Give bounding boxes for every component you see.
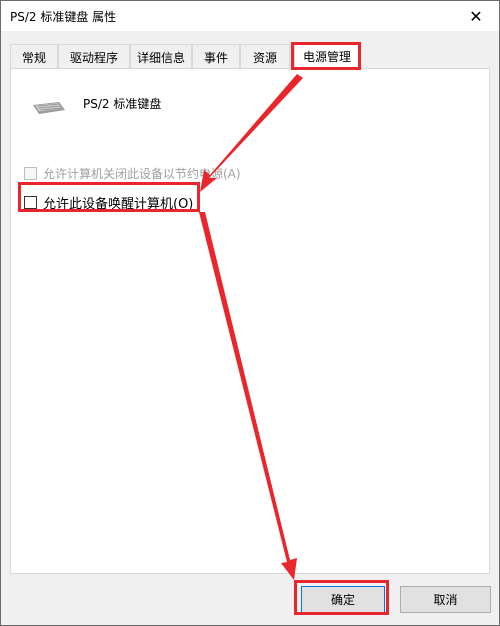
allow-turn-off-row: 允许计算机关闭此设备以节约电源(A) bbox=[24, 165, 241, 182]
allow-wake-row[interactable]: 允许此设备唤醒计算机(O) bbox=[24, 193, 193, 212]
ok-button-label: 确定 bbox=[330, 593, 355, 607]
ok-button[interactable]: 确定 bbox=[301, 586, 385, 613]
device-name: PS/2 标准键盘 bbox=[83, 97, 162, 111]
allow-wake-label: 允许此设备唤醒计算机(O) bbox=[43, 197, 194, 212]
tab-label: 驱动程序 bbox=[69, 50, 118, 65]
close-button[interactable]: ✕ bbox=[453, 1, 499, 31]
tab-events[interactable]: 事件 bbox=[192, 44, 240, 69]
power-management-page: PS/2 标准键盘 允许计算机关闭此设备以节约电源(A) 允许此设备唤醒计算机(… bbox=[10, 68, 490, 574]
allow-wake-checkbox[interactable] bbox=[24, 196, 37, 209]
tab-label: 事件 bbox=[203, 50, 228, 65]
tab-strip: 常规 驱动程序 详细信息 事件 资源 电源管理 bbox=[10, 42, 490, 70]
tab-label: 资源 bbox=[252, 50, 277, 65]
tab-power-management[interactable]: 电源管理 bbox=[294, 42, 360, 70]
cancel-button[interactable]: 取消 bbox=[400, 586, 491, 613]
title-bar: PS/2 标准键盘 属性 ✕ bbox=[1, 1, 499, 31]
tab-resources[interactable]: 资源 bbox=[240, 44, 290, 69]
allow-turn-off-checkbox[interactable] bbox=[24, 167, 37, 180]
keyboard-icon bbox=[33, 102, 65, 114]
tab-general[interactable]: 常规 bbox=[10, 44, 58, 69]
close-icon: ✕ bbox=[469, 6, 483, 26]
tab-label: 常规 bbox=[21, 50, 46, 65]
properties-dialog: PS/2 标准键盘 属性 ✕ 常规 驱动程序 详细信息 事件 资源 电源管理 P… bbox=[0, 0, 500, 626]
tab-label: 详细信息 bbox=[136, 50, 185, 65]
cancel-button-label: 取消 bbox=[433, 593, 458, 607]
tab-label: 电源管理 bbox=[302, 50, 351, 64]
window-title: PS/2 标准键盘 属性 bbox=[10, 10, 117, 24]
allow-turn-off-label: 允许计算机关闭此设备以节约电源(A) bbox=[43, 167, 241, 181]
tab-driver[interactable]: 驱动程序 bbox=[58, 44, 130, 69]
tab-details[interactable]: 详细信息 bbox=[130, 44, 192, 69]
